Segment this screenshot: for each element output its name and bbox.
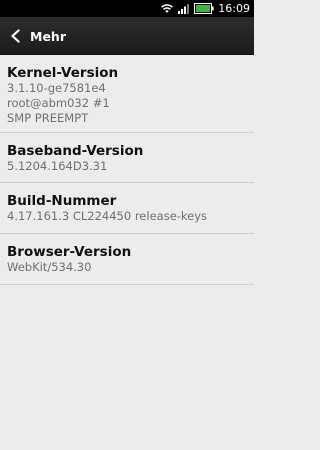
item-label: Browser-Version — [7, 244, 132, 260]
signal-icon — [178, 4, 190, 14]
settings-list: Kernel-Version 3.1.10-ge7581e4 root@abm0… — [0, 55, 254, 285]
item-label: Kernel-Version — [7, 65, 119, 81]
status-clock: 16:09 — [218, 2, 250, 15]
status-bar: 16:09 — [0, 0, 254, 17]
item-value: WebKit/534.30 — [7, 260, 92, 274]
item-value: 3.1.10-ge7581e4 root@abm032 #1 SMP PREEM… — [7, 81, 110, 125]
item-value: 4.17.161.3 CL224450 release-keys — [7, 209, 208, 223]
action-bar: Mehr — [0, 17, 254, 55]
back-button[interactable]: Mehr — [0, 17, 90, 55]
list-item-browser-version[interactable]: Browser-Version WebKit/534.30 — [0, 234, 254, 285]
list-item-baseband-version[interactable]: Baseband-Version 5.1204.164D3.31 — [0, 133, 254, 183]
list-item-build-number[interactable]: Build-Nummer 4.17.161.3 CL224450 release… — [0, 183, 254, 234]
item-label: Baseband-Version — [7, 143, 144, 159]
wifi-icon — [161, 4, 174, 13]
item-value: 5.1204.164D3.31 — [7, 159, 108, 173]
battery-icon — [194, 3, 214, 14]
list-item-kernel-version[interactable]: Kernel-Version 3.1.10-ge7581e4 root@abm0… — [0, 55, 254, 133]
action-bar-title: Mehr — [30, 28, 66, 44]
chevron-left-icon — [11, 29, 20, 43]
item-label: Build-Nummer — [7, 193, 117, 209]
